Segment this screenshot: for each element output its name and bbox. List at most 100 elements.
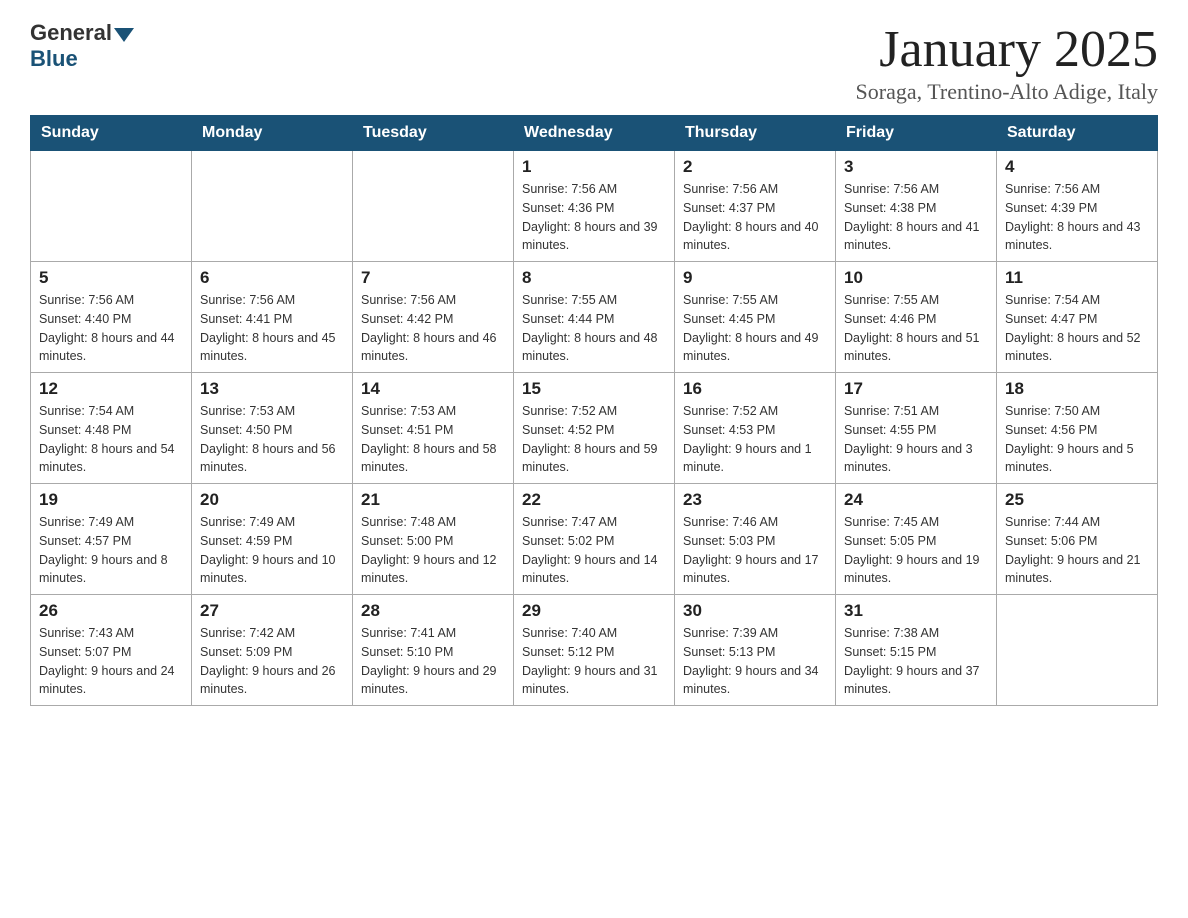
cell-sun-info: Sunrise: 7:53 AMSunset: 4:50 PMDaylight:… — [200, 402, 344, 477]
logo-arrow-icon — [114, 28, 134, 42]
calendar-cell: 17Sunrise: 7:51 AMSunset: 4:55 PMDayligh… — [836, 373, 997, 484]
calendar-cell: 22Sunrise: 7:47 AMSunset: 5:02 PMDayligh… — [514, 484, 675, 595]
cell-day-number: 29 — [522, 601, 666, 621]
cell-sun-info: Sunrise: 7:51 AMSunset: 4:55 PMDaylight:… — [844, 402, 988, 477]
title-section: January 2025 Soraga, Trentino-Alto Adige… — [856, 20, 1158, 105]
cell-sun-info: Sunrise: 7:38 AMSunset: 5:15 PMDaylight:… — [844, 624, 988, 699]
cell-sun-info: Sunrise: 7:56 AMSunset: 4:41 PMDaylight:… — [200, 291, 344, 366]
cell-sun-info: Sunrise: 7:55 AMSunset: 4:45 PMDaylight:… — [683, 291, 827, 366]
page-header: General Blue January 2025 Soraga, Trenti… — [30, 20, 1158, 105]
cell-day-number: 26 — [39, 601, 183, 621]
cell-day-number: 10 — [844, 268, 988, 288]
calendar-cell — [192, 151, 353, 262]
cell-day-number: 23 — [683, 490, 827, 510]
cell-day-number: 7 — [361, 268, 505, 288]
cell-sun-info: Sunrise: 7:41 AMSunset: 5:10 PMDaylight:… — [361, 624, 505, 699]
weekday-header-row: SundayMondayTuesdayWednesdayThursdayFrid… — [31, 116, 1158, 151]
cell-sun-info: Sunrise: 7:52 AMSunset: 4:53 PMDaylight:… — [683, 402, 827, 477]
cell-sun-info: Sunrise: 7:54 AMSunset: 4:48 PMDaylight:… — [39, 402, 183, 477]
cell-day-number: 5 — [39, 268, 183, 288]
cell-day-number: 24 — [844, 490, 988, 510]
calendar-cell — [353, 151, 514, 262]
cell-day-number: 2 — [683, 157, 827, 177]
calendar-week-row: 19 Sunrise: 7:49 AMSunset: 4:57 PMDayligh… — [31, 484, 1158, 595]
calendar-cell: 9Sunrise: 7:55 AMSunset: 4:45 PMDaylight… — [675, 262, 836, 373]
calendar-cell: 20 Sunrise: 7:49 AMSunset: 4:59 PMDayligh… — [192, 484, 353, 595]
calendar-cell: 1 Sunrise: 7:56 AMSunset: 4:36 PMDaylight… — [514, 151, 675, 262]
calendar-cell: 23Sunrise: 7:46 AMSunset: 5:03 PMDayligh… — [675, 484, 836, 595]
weekday-header-saturday: Saturday — [997, 116, 1158, 151]
cell-sun-info: Sunrise: 7:45 AMSunset: 5:05 PMDaylight:… — [844, 513, 988, 588]
calendar-cell: 2 Sunrise: 7:56 AMSunset: 4:37 PMDaylight… — [675, 151, 836, 262]
month-title: January 2025 — [856, 20, 1158, 79]
calendar-cell: 27 Sunrise: 7:42 AMSunset: 5:09 PMDayligh… — [192, 595, 353, 706]
cell-sun-info: Sunrise: 7:56 AMSunset: 4:36 PMDaylight:… — [522, 180, 666, 255]
cell-sun-info: Sunrise: 7:49 AMSunset: 4:59 PMDaylight:… — [200, 513, 344, 588]
cell-sun-info: Sunrise: 7:54 AMSunset: 4:47 PMDaylight:… — [1005, 291, 1149, 366]
cell-sun-info: Sunrise: 7:56 AMSunset: 4:38 PMDaylight:… — [844, 180, 988, 255]
calendar-week-row: 1 Sunrise: 7:56 AMSunset: 4:36 PMDaylight… — [31, 151, 1158, 262]
calendar-cell: 15Sunrise: 7:52 AMSunset: 4:52 PMDayligh… — [514, 373, 675, 484]
calendar-cell: 8 Sunrise: 7:55 AMSunset: 4:44 PMDaylight… — [514, 262, 675, 373]
calendar-cell: 30Sunrise: 7:39 AMSunset: 5:13 PMDayligh… — [675, 595, 836, 706]
cell-day-number: 1 — [522, 157, 666, 177]
cell-day-number: 21 — [361, 490, 505, 510]
cell-day-number: 27 — [200, 601, 344, 621]
calendar-cell: 26Sunrise: 7:43 AMSunset: 5:07 PMDayligh… — [31, 595, 192, 706]
cell-sun-info: Sunrise: 7:50 AMSunset: 4:56 PMDaylight:… — [1005, 402, 1149, 477]
weekday-header-sunday: Sunday — [31, 116, 192, 151]
calendar-table: SundayMondayTuesdayWednesdayThursdayFrid… — [30, 115, 1158, 706]
cell-sun-info: Sunrise: 7:39 AMSunset: 5:13 PMDaylight:… — [683, 624, 827, 699]
cell-day-number: 25 — [1005, 490, 1149, 510]
calendar-cell: 5 Sunrise: 7:56 AMSunset: 4:40 PMDaylight… — [31, 262, 192, 373]
cell-sun-info: Sunrise: 7:40 AMSunset: 5:12 PMDaylight:… — [522, 624, 666, 699]
calendar-cell: 11 Sunrise: 7:54 AMSunset: 4:47 PMDayligh… — [997, 262, 1158, 373]
cell-day-number: 19 — [39, 490, 183, 510]
cell-sun-info: Sunrise: 7:56 AMSunset: 4:37 PMDaylight:… — [683, 180, 827, 255]
cell-sun-info: Sunrise: 7:56 AMSunset: 4:40 PMDaylight:… — [39, 291, 183, 366]
cell-day-number: 6 — [200, 268, 344, 288]
cell-day-number: 14 — [361, 379, 505, 399]
weekday-header-friday: Friday — [836, 116, 997, 151]
calendar-cell: 18 Sunrise: 7:50 AMSunset: 4:56 PMDayligh… — [997, 373, 1158, 484]
calendar-cell: 19 Sunrise: 7:49 AMSunset: 4:57 PMDayligh… — [31, 484, 192, 595]
logo: General Blue — [30, 20, 134, 72]
calendar-cell: 6 Sunrise: 7:56 AMSunset: 4:41 PMDaylight… — [192, 262, 353, 373]
cell-sun-info: Sunrise: 7:42 AMSunset: 5:09 PMDaylight:… — [200, 624, 344, 699]
calendar-cell: 13 Sunrise: 7:53 AMSunset: 4:50 PMDayligh… — [192, 373, 353, 484]
cell-sun-info: Sunrise: 7:55 AMSunset: 4:44 PMDaylight:… — [522, 291, 666, 366]
calendar-cell: 29 Sunrise: 7:40 AMSunset: 5:12 PMDayligh… — [514, 595, 675, 706]
cell-day-number: 8 — [522, 268, 666, 288]
calendar-cell: 3 Sunrise: 7:56 AMSunset: 4:38 PMDaylight… — [836, 151, 997, 262]
cell-day-number: 18 — [1005, 379, 1149, 399]
calendar-cell: 21 Sunrise: 7:48 AMSunset: 5:00 PMDayligh… — [353, 484, 514, 595]
cell-day-number: 13 — [200, 379, 344, 399]
cell-day-number: 12 — [39, 379, 183, 399]
cell-sun-info: Sunrise: 7:49 AMSunset: 4:57 PMDaylight:… — [39, 513, 183, 588]
weekday-header-wednesday: Wednesday — [514, 116, 675, 151]
cell-day-number: 31 — [844, 601, 988, 621]
calendar-cell: 28Sunrise: 7:41 AMSunset: 5:10 PMDayligh… — [353, 595, 514, 706]
cell-day-number: 3 — [844, 157, 988, 177]
cell-sun-info: Sunrise: 7:44 AMSunset: 5:06 PMDaylight:… — [1005, 513, 1149, 588]
calendar-cell: 7 Sunrise: 7:56 AMSunset: 4:42 PMDaylight… — [353, 262, 514, 373]
cell-day-number: 16 — [683, 379, 827, 399]
logo-general-text: General — [30, 20, 112, 46]
calendar-cell: 25 Sunrise: 7:44 AMSunset: 5:06 PMDayligh… — [997, 484, 1158, 595]
cell-sun-info: Sunrise: 7:48 AMSunset: 5:00 PMDaylight:… — [361, 513, 505, 588]
logo-blue-text: Blue — [30, 46, 78, 72]
cell-day-number: 15 — [522, 379, 666, 399]
cell-day-number: 11 — [1005, 268, 1149, 288]
weekday-header-tuesday: Tuesday — [353, 116, 514, 151]
calendar-cell — [997, 595, 1158, 706]
cell-day-number: 4 — [1005, 157, 1149, 177]
calendar-cell — [31, 151, 192, 262]
location-title: Soraga, Trentino-Alto Adige, Italy — [856, 79, 1158, 105]
cell-sun-info: Sunrise: 7:56 AMSunset: 4:42 PMDaylight:… — [361, 291, 505, 366]
calendar-cell: 24 Sunrise: 7:45 AMSunset: 5:05 PMDayligh… — [836, 484, 997, 595]
cell-day-number: 20 — [200, 490, 344, 510]
weekday-header-monday: Monday — [192, 116, 353, 151]
cell-sun-info: Sunrise: 7:55 AMSunset: 4:46 PMDaylight:… — [844, 291, 988, 366]
calendar-cell: 10 Sunrise: 7:55 AMSunset: 4:46 PMDayligh… — [836, 262, 997, 373]
calendar-week-row: 26Sunrise: 7:43 AMSunset: 5:07 PMDayligh… — [31, 595, 1158, 706]
